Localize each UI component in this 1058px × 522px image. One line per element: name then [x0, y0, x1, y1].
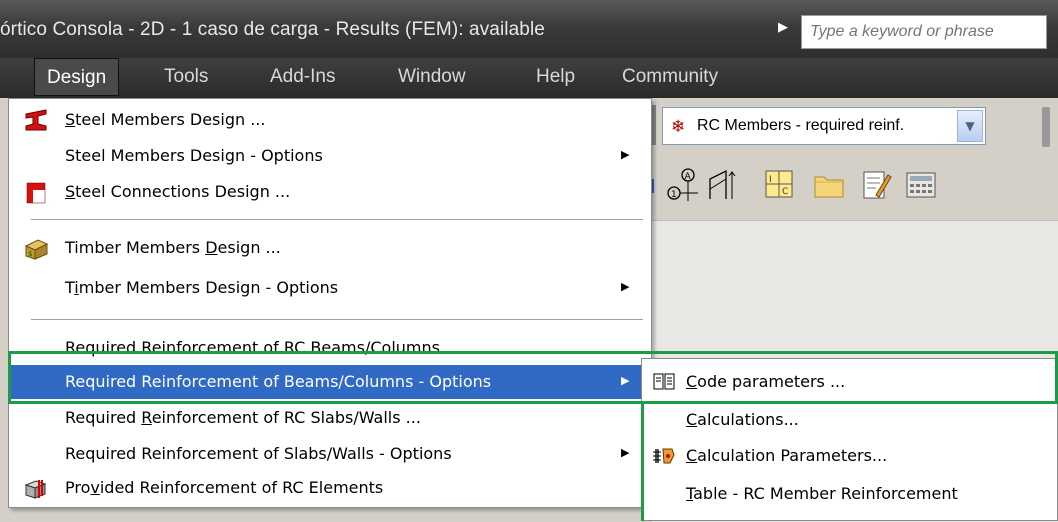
- design-dropdown-menu: Steel Members Design ... Steel Members D…: [8, 98, 652, 508]
- menu-design[interactable]: Design: [34, 58, 120, 96]
- submenu-arrow-icon: ▶: [621, 148, 630, 161]
- search-expand-icon[interactable]: ▶: [778, 20, 788, 35]
- svg-text:$: $: [28, 250, 32, 258]
- search-box[interactable]: [801, 15, 1048, 49]
- timber-member-icon: $: [23, 236, 49, 260]
- menu-bar: Design Tools Add-Ins Window Help Communi…: [0, 58, 1058, 98]
- steel-member-icon: [23, 108, 49, 132]
- toolbar-icons: 1A IC: [648, 155, 1058, 217]
- submenu-arrow-icon: ▶: [621, 446, 630, 459]
- rc-options-submenu: Code parameters ... Calculations... Calc…: [641, 358, 1058, 521]
- chevron-down-icon[interactable]: ▼: [957, 110, 983, 142]
- submenu-code-parameters[interactable]: Code parameters ...: [642, 363, 1057, 401]
- steel-connection-icon: [23, 180, 49, 204]
- grid-axis-icon[interactable]: 1A: [664, 165, 702, 205]
- submenu-calculation-parameters[interactable]: Calculation Parameters...: [642, 437, 1057, 475]
- submenu-calculations[interactable]: Calculations...: [642, 401, 1057, 439]
- svg-text:C: C: [782, 187, 788, 197]
- menu-required-reinf-beams-columns-options[interactable]: Required Reinforcement of Beams/Columns …: [9, 365, 651, 399]
- title-bar: órtico Consola - 2D - 1 caso de carga - …: [0, 0, 1058, 58]
- toolbar-top: ❄ RC Members - required reinf. ▼: [652, 101, 1058, 155]
- menu-steel-members-design[interactable]: Steel Members Design ...: [9, 103, 651, 137]
- calculator-icon[interactable]: [902, 165, 940, 205]
- menu-required-reinf-rc-slabs-walls[interactable]: Required Reinforcement of RC Slabs/Walls…: [9, 401, 651, 435]
- window-title: órtico Consola - 2D - 1 caso de carga - …: [0, 19, 545, 40]
- svg-text:A: A: [685, 172, 692, 182]
- calculation-parameters-icon: [652, 445, 676, 467]
- code-parameters-icon: [652, 371, 676, 393]
- provided-reinforcement-icon: [23, 476, 49, 500]
- menu-tools[interactable]: Tools: [164, 58, 208, 96]
- menu-add-ins[interactable]: Add-Ins: [270, 58, 335, 96]
- menu-separator: [31, 219, 643, 220]
- menu-timber-members-design-options[interactable]: Timber Members Design - Options ▶: [9, 271, 651, 305]
- edit-note-icon[interactable]: [856, 165, 894, 205]
- menu-provided-reinf-rc-elements[interactable]: Provided Reinforcement of RC Elements: [9, 471, 651, 505]
- menu-window[interactable]: Window: [398, 58, 466, 96]
- folder-icon[interactable]: [810, 165, 848, 205]
- toolbar-grip-right: [1042, 107, 1050, 147]
- svg-text:I: I: [769, 175, 772, 185]
- menu-steel-connections-design[interactable]: Steel Connections Design ...: [9, 175, 651, 209]
- structure-node-icon[interactable]: [706, 165, 744, 205]
- section-table-icon[interactable]: IC: [760, 165, 798, 205]
- menu-community[interactable]: Community: [622, 58, 718, 96]
- submenu-table-rc-member-reinforcement[interactable]: Table - RC Member Reinforcement: [642, 475, 1057, 513]
- menu-steel-members-design-options[interactable]: Steel Members Design - Options ▶: [9, 139, 651, 173]
- menu-separator: [31, 319, 643, 320]
- toolbar-grip: [652, 105, 656, 145]
- rc-member-icon: ❄: [671, 117, 686, 137]
- search-input[interactable]: [808, 16, 1048, 48]
- menu-required-reinf-slabs-walls-options[interactable]: Required Reinforcement of Slabs/Walls - …: [9, 437, 651, 471]
- submenu-arrow-icon: ▶: [621, 374, 630, 387]
- menu-help[interactable]: Help: [536, 58, 575, 96]
- submenu-arrow-icon: ▶: [621, 280, 630, 293]
- layout-combo-value: RC Members - required reinf.: [697, 117, 905, 134]
- menu-timber-members-design[interactable]: $ Timber Members Design ...: [9, 231, 651, 265]
- svg-text:1: 1: [671, 190, 677, 200]
- layout-combo[interactable]: ❄ RC Members - required reinf. ▼: [662, 107, 986, 145]
- menu-required-reinf-rc-beams-columns[interactable]: Required Reinforcement of RC Beams/Colum…: [9, 331, 651, 365]
